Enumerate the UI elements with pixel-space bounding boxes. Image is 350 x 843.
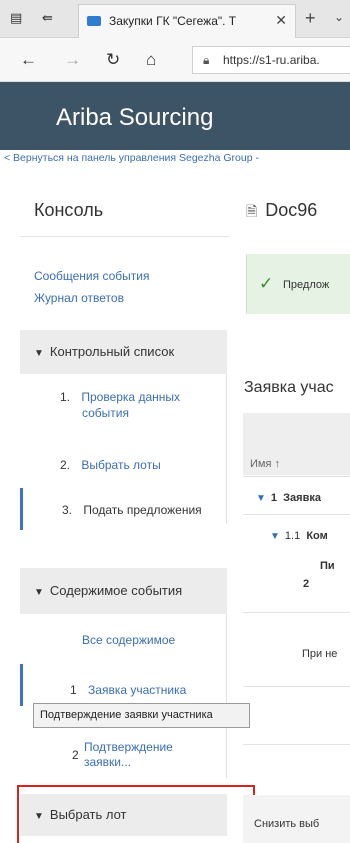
content-item-1[interactable]: 1 Заявка участника [70, 683, 186, 698]
document-icon: 🗎 [246, 203, 258, 219]
response-history-link[interactable]: Журнал ответов [34, 290, 124, 307]
checklist-item-label: Проверка данных [81, 390, 180, 404]
forward-icon[interactable]: → [64, 50, 81, 70]
divider [226, 614, 227, 778]
content-item-2[interactable]: 2 Подтверждение [72, 740, 173, 762]
checklist-section-header[interactable]: ▼ Контрольный список [20, 330, 227, 374]
checklist-title: Контрольный список [49, 344, 175, 359]
back-icon[interactable]: ← [20, 50, 37, 70]
success-message: ✓ Предлож [246, 254, 350, 314]
collapse-arrow-icon: ▼ [34, 348, 44, 359]
divider [243, 476, 350, 477]
url-field[interactable]: 🔒︎ https://s1-ru.ariba. [192, 46, 350, 74]
divider [226, 374, 227, 524]
address-bar: ← → ↻ ⌂ 🔒︎ https://s1-ru.ariba. [0, 38, 350, 82]
tab-favicon-icon [87, 16, 101, 26]
app-brand: Ariba Sourcing [56, 104, 214, 131]
doc-title: 🗎 Doc96 [246, 200, 317, 225]
expand-arrow-icon: ▼ [256, 493, 266, 504]
doc-title-text: Doc96 [265, 200, 318, 220]
expand-arrow-icon: ▼ [270, 531, 280, 542]
tab-title: Закупки ГК "Сегежа". Т [109, 14, 237, 28]
table-row[interactable]: ▼ 1.1 Ком [270, 530, 328, 542]
check-icon: ✓ [259, 274, 274, 293]
column-header-name[interactable]: Имя ↑ [250, 458, 280, 470]
divider [243, 686, 350, 687]
browser-tab[interactable]: Закупки ГК "Сегежа". Т ✕ [78, 4, 296, 38]
divider [243, 514, 350, 515]
divider [243, 612, 350, 613]
tab-back-icon[interactable]: ⇚ [42, 11, 58, 25]
tab-list-icon[interactable]: ▤ [10, 11, 26, 25]
collapse-arrow-icon: ▼ [34, 587, 44, 598]
content-item-label-line2: заявки... [84, 755, 132, 769]
table-row[interactable]: ▼ 1 Заявка [256, 492, 321, 504]
table-cell: 2 [303, 578, 310, 590]
content-item-label: Подтверждение [84, 740, 173, 754]
checklist-item-2[interactable]: 2. Выбрать лоты [60, 458, 161, 473]
table-cell: Пи [320, 560, 335, 572]
bid-section-title: Заявка учас [244, 379, 334, 396]
refresh-icon[interactable]: ↻ [106, 50, 120, 70]
checklist-item-label: Выбрать лоты [81, 458, 161, 472]
reduce-selection-button[interactable]: Снизить выб [254, 818, 319, 830]
console-title: Консоль [34, 200, 104, 220]
new-tab-icon[interactable]: + [305, 8, 316, 29]
divider [243, 744, 350, 745]
checklist-item-3[interactable]: 3. Подать предложения [62, 503, 202, 518]
close-icon[interactable]: ✕ [275, 12, 287, 29]
chevron-down-icon[interactable]: ⌄ [334, 10, 344, 24]
active-content-indicator [20, 664, 23, 706]
highlight-box [17, 785, 255, 843]
home-icon[interactable]: ⌂ [146, 50, 156, 70]
url-text: https://s1-ru.ariba. [223, 53, 320, 67]
checklist-item-label: Подать предложения [83, 503, 202, 517]
lock-icon: 🔒︎ [203, 53, 210, 67]
back-to-dashboard-link[interactable]: < Вернуться на панель управления Segezha… [4, 152, 259, 164]
active-step-indicator [20, 488, 23, 530]
checklist-item-label-line2: события [82, 406, 130, 420]
divider [20, 236, 230, 237]
content-title: Содержимое события [49, 583, 183, 598]
success-text: Предлож [283, 279, 330, 291]
checklist-item-1[interactable]: 1. Проверка данных [60, 390, 180, 405]
browser-tab-bar: ▤ ⇚ Закупки ГК "Сегежа". Т ✕ + ⌄ [0, 0, 350, 38]
all-content-link[interactable]: Все содержимое [82, 633, 175, 648]
tooltip: Подтверждение заявки участника [33, 703, 250, 728]
content-item-label: Заявка участника [88, 683, 187, 697]
content-section-header[interactable]: ▼ Содержимое события [20, 568, 227, 614]
app-header: Ariba Sourcing [0, 82, 350, 150]
table-cell: При не [302, 648, 338, 660]
event-messages-link[interactable]: Сообщения события [34, 268, 149, 285]
